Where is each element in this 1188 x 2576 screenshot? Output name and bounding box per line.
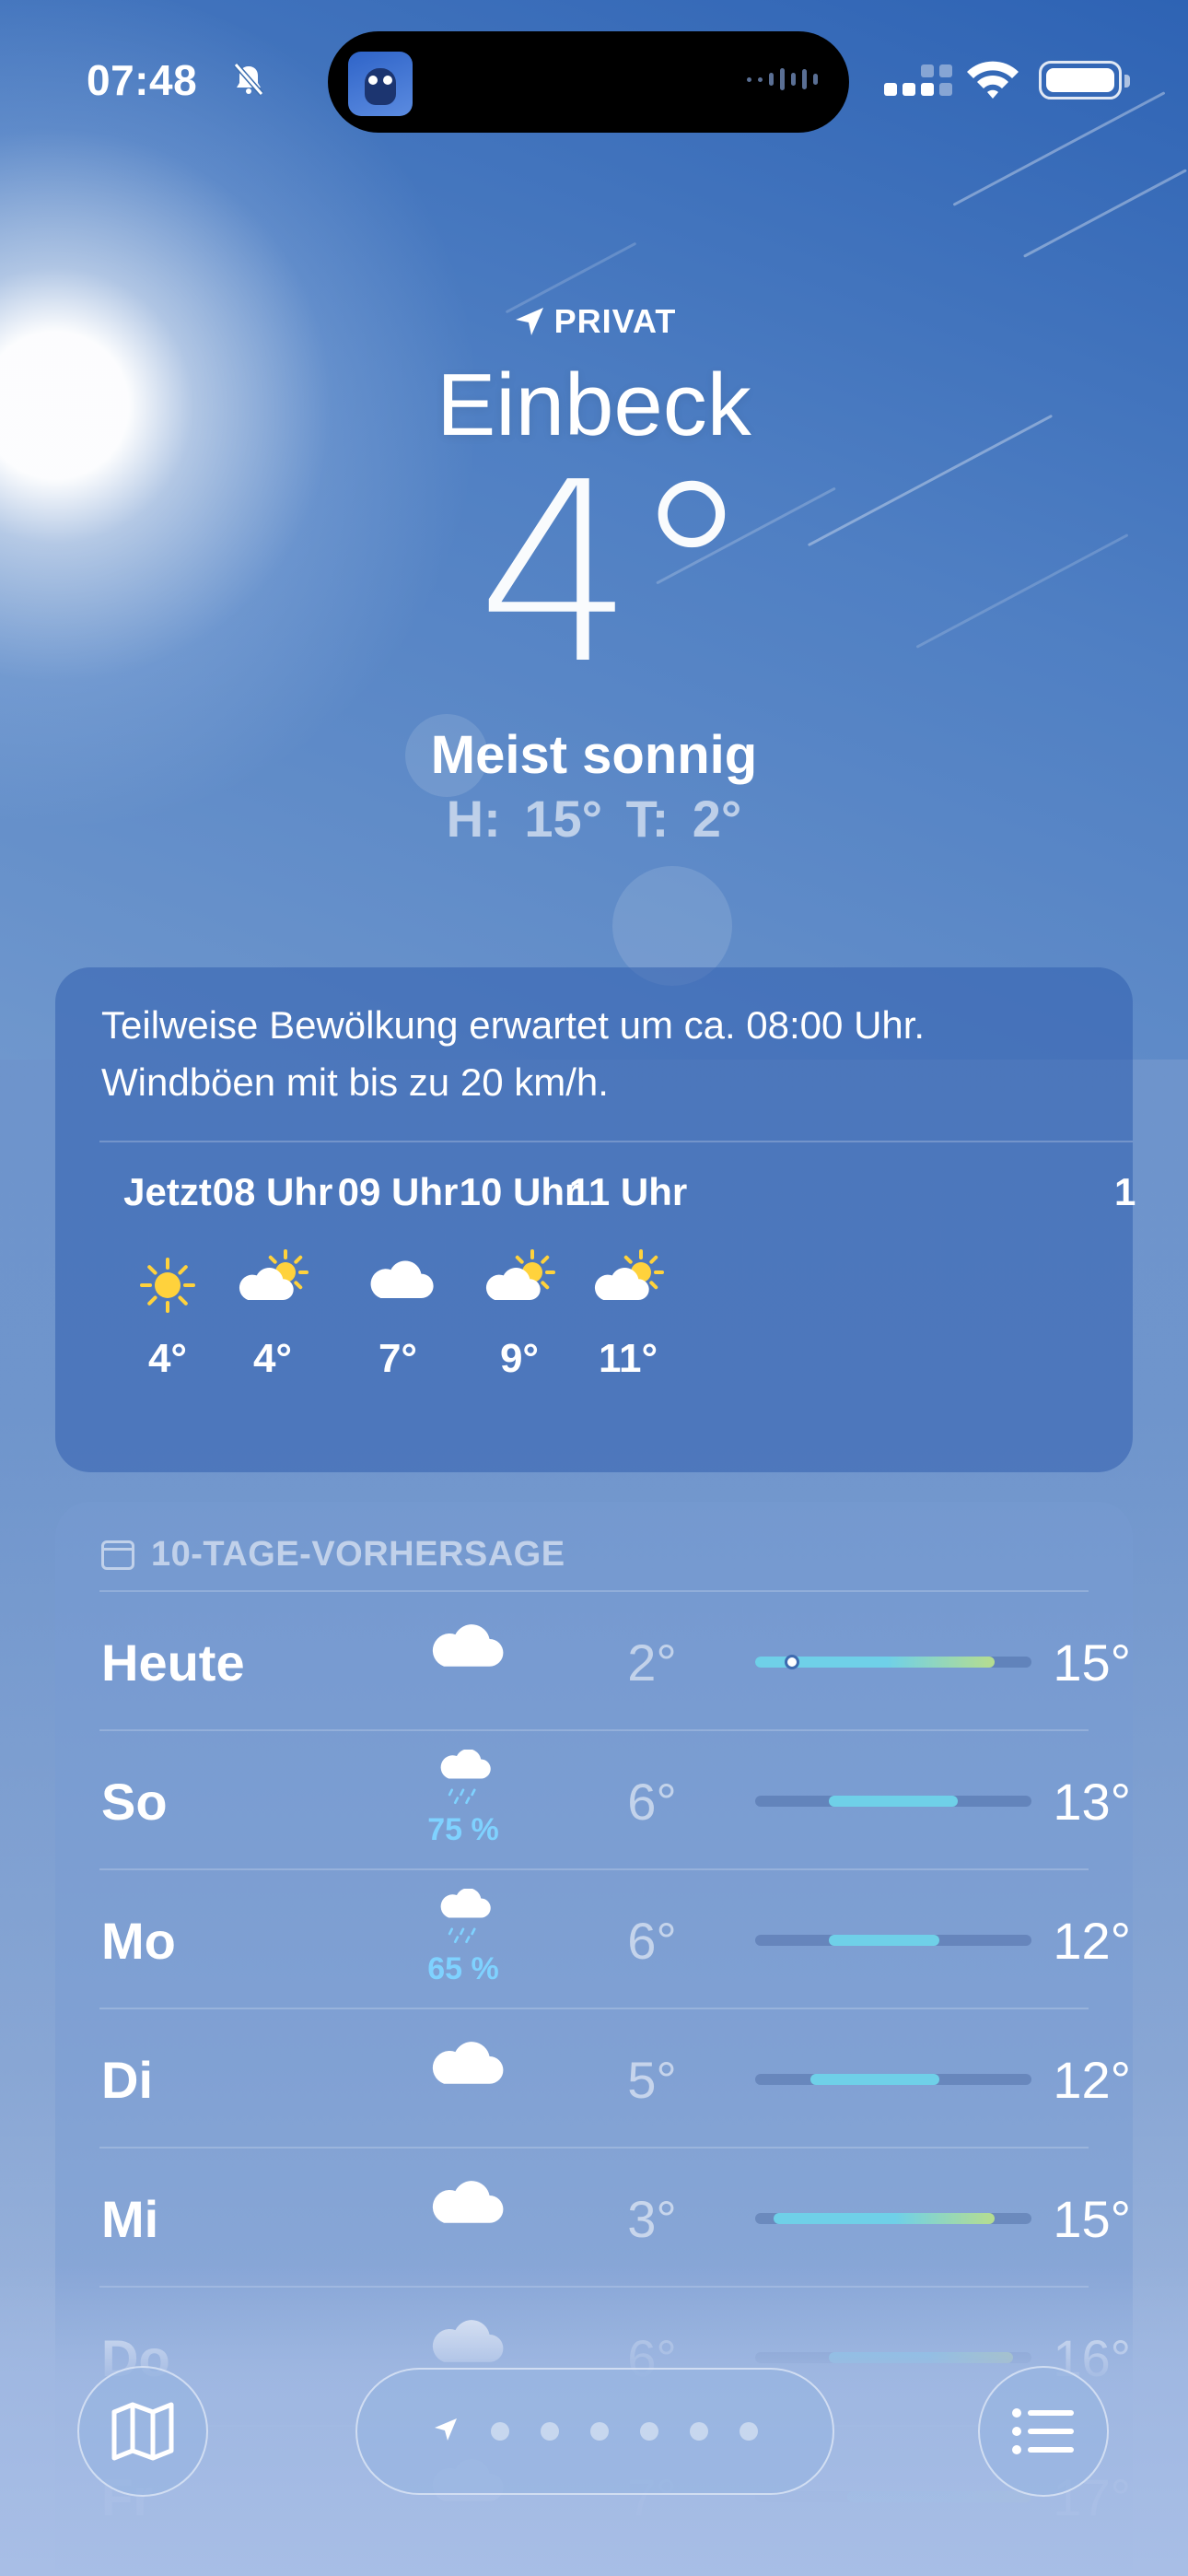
day-label: Mi (101, 2190, 159, 2248)
temperature-range-bar (774, 2213, 995, 2224)
location-label: PRIVAT (0, 302, 1188, 341)
location-arrow-icon (515, 308, 543, 335)
high-temperature: 15° (1053, 1633, 1131, 1692)
daily-row[interactable]: Heute 2° 15° (99, 1590, 1131, 1729)
ten-day-title: 10-TAGE-VORHERSAGE (151, 1535, 565, 1574)
hourly-item: 11 Uhr 11° (536, 1170, 720, 1382)
map-button[interactable] (77, 2366, 208, 2497)
locations-list-button[interactable] (978, 2366, 1109, 2497)
cloud-icon (432, 1624, 504, 1667)
current-temp-marker (785, 1655, 799, 1669)
page-dot[interactable] (740, 2422, 758, 2441)
hour-icon-wrap (536, 1235, 720, 1336)
hour-label: 11 Uhr (568, 1170, 688, 1213)
map-icon (111, 2402, 174, 2461)
temperature-range-track (755, 1655, 1031, 1669)
temperature-range-bar (829, 1935, 939, 1946)
bottom-toolbar (0, 2366, 1188, 2500)
hour-icon-wrap (1114, 1235, 1170, 1336)
status-bar: 07:48 (0, 31, 1188, 133)
current-temperature: 4° (476, 428, 754, 719)
day-weather (394, 1610, 532, 1712)
rain-cloud-icon (440, 1749, 491, 1805)
day-weather: 75 % (394, 1749, 532, 1851)
low-temperature: 6° (627, 1912, 677, 1970)
cloud-icon (432, 2181, 504, 2223)
low-temperature: 3° (627, 2190, 677, 2248)
day-label: Mo (101, 1912, 176, 1970)
high-temperature: 12° (1053, 1912, 1131, 1970)
temperature-range-track (755, 1935, 1031, 1946)
page-dot[interactable] (541, 2422, 559, 2441)
page-dot[interactable] (640, 2422, 658, 2441)
daily-row[interactable]: Di 5° 12° (99, 2008, 1131, 2147)
high-temperature: 13° (1053, 1773, 1131, 1831)
cloud-icon (370, 1260, 434, 1298)
current-condition: Meist sonnig (430, 725, 758, 785)
high-temperature: 12° (1053, 2051, 1131, 2109)
temperature-range-track (755, 2074, 1031, 2085)
audio-waveform-icon (747, 68, 818, 90)
daily-row[interactable]: So 75 % 6° 13° (99, 1729, 1131, 1868)
divider (99, 1141, 1133, 1142)
ten-day-header: 10-TAGE-VORHERSAGE (101, 1535, 565, 1575)
hour-temperature: 11° (598, 1336, 658, 1381)
daily-row[interactable]: Mi 3° 15° (99, 2147, 1131, 2286)
silent-mode-icon (233, 63, 264, 96)
hourly-item: 1 (1114, 1170, 1170, 1336)
day-weather (394, 2028, 532, 2129)
calendar-icon (101, 1540, 134, 1570)
partly-cloudy-icon (239, 1249, 309, 1300)
low-temperature: 6° (627, 1773, 677, 1831)
wifi-icon (967, 61, 1019, 99)
battery-icon (1039, 61, 1130, 100)
location-page-control[interactable] (355, 2368, 834, 2495)
partly-cloudy-icon (594, 1249, 664, 1300)
hour-label: 1 (1114, 1170, 1136, 1213)
day-label: Di (101, 2051, 153, 2109)
current-location-page-icon[interactable] (432, 2416, 460, 2448)
daily-row[interactable]: Mo 65 % 6° 12° (99, 1868, 1131, 2008)
precip-probability: 75 % (427, 1812, 499, 1847)
list-icon (1012, 2408, 1074, 2454)
temperature-range-bar (810, 2074, 939, 2085)
day-weather: 65 % (394, 1888, 532, 1990)
precip-probability: 65 % (427, 1951, 499, 1986)
page-dot[interactable] (590, 2422, 609, 2441)
privacy-label: PRIVAT (553, 302, 677, 340)
low-temperature: 5° (627, 2051, 677, 2109)
page-dot[interactable] (491, 2422, 509, 2441)
temperature-range-bar (829, 1796, 958, 1807)
temperature-range-track (755, 2213, 1031, 2224)
cellular-signal-icon (884, 64, 952, 96)
rain-cloud-icon (440, 1888, 491, 1944)
cloud-icon (432, 2042, 504, 2084)
hourly-forecast-card[interactable]: Teilweise Bewölkung erwartet um ca. 08:0… (55, 967, 1136, 1472)
day-weather (394, 2167, 532, 2268)
day-label: So (101, 1773, 168, 1831)
live-activity-app-icon (348, 52, 413, 116)
temperature-range-track (755, 1796, 1031, 1807)
dynamic-island[interactable] (328, 31, 849, 133)
page-dot[interactable] (690, 2422, 708, 2441)
day-label: Heute (101, 1633, 245, 1692)
high-low-temperature: H: 15° T: 2° (446, 790, 742, 848)
clock: 07:48 (87, 56, 198, 104)
high-temperature: 15° (1053, 2190, 1131, 2248)
low-temperature: 2° (627, 1633, 677, 1692)
forecast-summary: Teilweise Bewölkung erwartet um ca. 08:0… (101, 1003, 926, 1104)
